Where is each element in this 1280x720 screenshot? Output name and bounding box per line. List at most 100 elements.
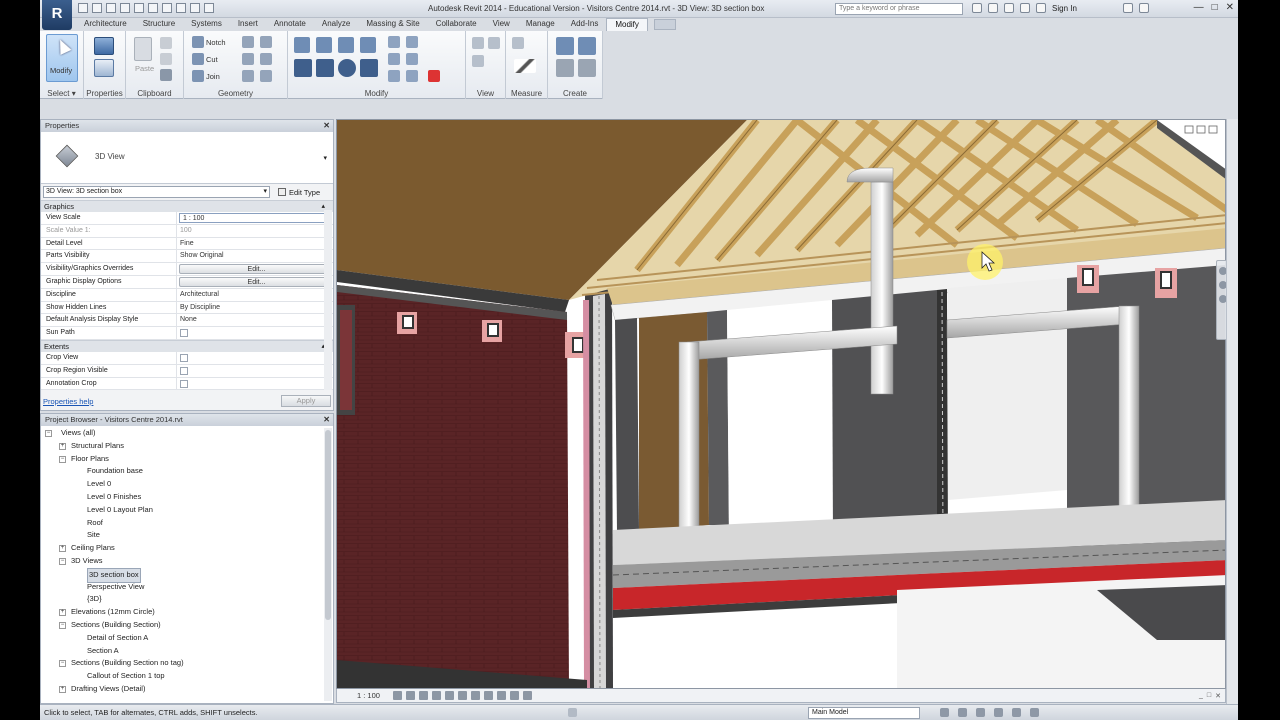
scrollbar-thumb[interactable] [325, 430, 331, 620]
edit-button[interactable]: Edit... [179, 276, 331, 287]
tree-node[interactable]: Foundation base [41, 465, 323, 478]
expand-icon[interactable]: + [59, 609, 66, 617]
3d-view-icon[interactable] [176, 3, 186, 13]
extents-group-header[interactable]: Extents ▴ [41, 339, 333, 352]
expand-icon[interactable]: + [59, 442, 66, 450]
properties-help-link[interactable]: Properties help [43, 397, 93, 406]
tree-node[interactable]: Roof [41, 517, 323, 530]
cut-geometry-icon[interactable] [192, 53, 204, 65]
move-icon[interactable] [294, 59, 312, 77]
property-checkbox[interactable] [177, 365, 333, 377]
view-scale[interactable]: 1 : 100 [357, 691, 380, 700]
tree-node[interactable]: Site [41, 529, 323, 542]
view-close-button[interactable]: ✕ [1215, 692, 1221, 700]
view-minimize-button[interactable]: _ [1199, 692, 1203, 700]
tab-structure[interactable]: Structure [135, 18, 183, 31]
split-icon[interactable] [388, 36, 400, 48]
cut-icon[interactable] [160, 37, 172, 49]
property-value[interactable]: None [177, 314, 333, 326]
tab-manage[interactable]: Manage [518, 18, 563, 31]
ribbon-minimize-toggle[interactable] [653, 19, 676, 30]
properties-scrollbar[interactable] [324, 210, 332, 390]
tree-node[interactable]: Perspective View [41, 581, 323, 594]
graphics-group-header[interactable]: Graphics ▴ [41, 200, 333, 212]
detail-level-icon[interactable] [393, 691, 402, 700]
paint-icon[interactable] [242, 53, 254, 65]
show-crop-icon[interactable] [471, 691, 480, 700]
linework-icon[interactable] [472, 55, 484, 67]
view-restore-button[interactable]: □ [1207, 692, 1211, 700]
instance-selector[interactable]: 3D View: 3D section box [43, 186, 270, 198]
tree-node[interactable]: + Drafting Views (Detail) [41, 683, 323, 696]
tree-node[interactable]: − Floor Plans [41, 453, 323, 466]
minimize-button[interactable]: — [1194, 2, 1204, 13]
collapse-icon[interactable]: − [59, 621, 66, 629]
viewport-scroll-strip[interactable] [1226, 119, 1238, 704]
expand-icon[interactable]: + [59, 685, 66, 693]
sun-path-icon[interactable] [419, 691, 428, 700]
copy-icon[interactable] [160, 53, 172, 65]
tree-node[interactable]: Callout of Section 1 top [41, 670, 323, 683]
copy-element-icon[interactable] [316, 59, 334, 77]
tab-insert[interactable]: Insert [230, 18, 266, 31]
property-checkbox[interactable] [177, 352, 333, 364]
filter-icon[interactable] [1030, 708, 1039, 717]
exchange-icon[interactable] [1122, 3, 1133, 13]
tree-node[interactable]: {3D} [41, 593, 323, 606]
property-value[interactable]: Fine [177, 238, 333, 250]
text-icon[interactable] [162, 3, 172, 13]
property-value[interactable]: 1 : 100 [179, 213, 331, 223]
tab-collaborate[interactable]: Collaborate [428, 18, 485, 31]
align-icon[interactable] [294, 37, 310, 53]
mirror-axis-icon[interactable] [338, 37, 354, 53]
communication-icon[interactable] [1004, 3, 1014, 13]
expand-icon[interactable]: + [59, 545, 66, 553]
edit-button[interactable]: Edit... [179, 264, 331, 274]
application-menu-button[interactable]: R [42, 0, 72, 30]
remove-paint-icon[interactable] [260, 53, 272, 65]
search-input[interactable]: Type a keyword or phrase [835, 3, 963, 15]
tree-node[interactable]: + Ceiling Plans [41, 542, 323, 555]
hide-element-icon[interactable] [472, 37, 484, 49]
render-icon[interactable] [445, 691, 454, 700]
tab-add-ins[interactable]: Add-Ins [563, 18, 607, 31]
pin-icon[interactable] [388, 70, 400, 82]
shadows-icon[interactable] [432, 691, 441, 700]
open-icon[interactable] [78, 3, 88, 13]
unpin-icon[interactable] [406, 70, 418, 82]
search-icon[interactable] [972, 3, 982, 13]
tree-node[interactable]: + Structural Plans [41, 440, 323, 453]
create-group-icon[interactable] [578, 59, 596, 77]
chevron-down-icon[interactable]: ▾ [323, 154, 327, 162]
collapse-icon[interactable]: − [45, 430, 52, 437]
tree-node[interactable]: − Sections (Building Section no tag) [41, 657, 323, 670]
property-checkbox[interactable] [177, 378, 333, 390]
save-icon[interactable] [92, 3, 102, 13]
tree-node[interactable]: Level 0 Finishes [41, 491, 323, 504]
reveal-hidden-icon[interactable] [510, 691, 519, 700]
paste-icon[interactable] [134, 37, 152, 61]
visual-style-icon[interactable] [406, 691, 415, 700]
override-graphics-icon[interactable] [488, 37, 500, 49]
checkbox[interactable] [180, 353, 188, 362]
tab-architecture[interactable]: Architecture [76, 18, 135, 31]
tab-modify[interactable]: Modify [606, 18, 648, 31]
redo-icon[interactable] [120, 3, 130, 13]
help-icon[interactable] [1138, 3, 1149, 13]
measure-between-icon[interactable] [512, 37, 524, 49]
delete-icon[interactable] [428, 70, 440, 82]
match-type-icon[interactable] [160, 69, 172, 81]
tab-systems[interactable]: Systems [183, 18, 230, 31]
collapse-icon[interactable]: − [59, 660, 66, 668]
crop-view-icon[interactable] [458, 691, 467, 700]
properties-close-icon[interactable]: ✕ [323, 120, 330, 132]
property-value[interactable]: Show Original [177, 250, 333, 262]
tree-node[interactable]: −3D Views [41, 555, 323, 568]
join-icon[interactable] [192, 70, 204, 82]
mirror-draw-icon[interactable] [360, 37, 376, 53]
subscription-icon[interactable] [988, 3, 998, 13]
temp-hide-icon[interactable] [497, 691, 506, 700]
collapse-icon[interactable]: − [59, 557, 66, 565]
type-properties-icon[interactable] [94, 59, 114, 77]
close-hidden-icon[interactable] [204, 3, 214, 13]
